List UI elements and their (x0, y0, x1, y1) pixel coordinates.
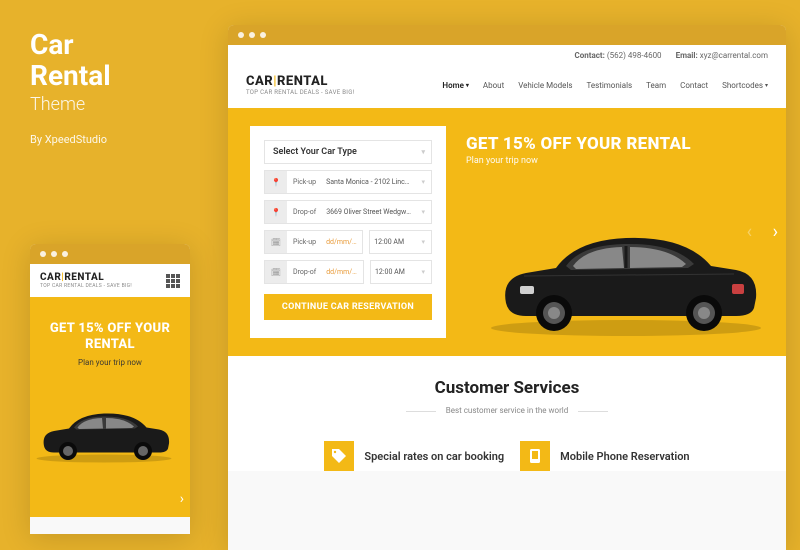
tagline: TOP CAR RENTAL DEALS - SAVE BIG! (40, 283, 132, 289)
chevron-down-icon: ▾ (466, 82, 469, 89)
nav-testimonials[interactable]: Testimonials (586, 81, 632, 90)
contact-phone: Contact: (562) 498-4600 (575, 51, 662, 60)
browser-chrome (228, 25, 786, 45)
continue-reservation-button[interactable]: CONTINUE CAR RESERVATION (264, 294, 432, 320)
carousel-next-button[interactable]: › (180, 491, 184, 507)
tag-icon (324, 441, 354, 471)
pickup-location-field[interactable]: 📍 Pick-up Santa Monica - 2102 Lincoln Bl… (264, 170, 432, 194)
services-subtext: Best customer service in the world (436, 406, 578, 415)
service-label: Mobile Phone Reservation (560, 450, 689, 463)
theme-title-block: CarRental Theme By XpeedStudio (30, 30, 111, 146)
chevron-down-icon: ▾ (415, 238, 431, 246)
hero-section: Select Your Car Type▾ 📍 Pick-up Santa Mo… (228, 108, 786, 356)
mobile-header: CAR|RENTAL TOP CAR RENTAL DEALS - SAVE B… (30, 264, 190, 297)
hero-subtext: Plan your trip now (466, 156, 691, 166)
theme-name: CarRental (30, 30, 111, 92)
mobile-hero: GET 15% OFF YOUR RENTAL Plan your trip n… (30, 297, 190, 517)
services-section: Customer Services Best customer service … (228, 356, 786, 471)
carousel-prev-button[interactable]: ‹ (747, 222, 752, 243)
menu-grid-icon[interactable] (166, 274, 180, 288)
logo[interactable]: CAR|RENTAL TOP CAR RENTAL DEALS - SAVE B… (246, 74, 354, 96)
nav-contact[interactable]: Contact (680, 81, 708, 90)
calendar-icon: 🗓 (265, 231, 287, 253)
browser-chrome (30, 244, 190, 264)
hero-headline: GET 15% OFF YOUR RENTAL (40, 321, 180, 352)
chevron-down-icon: ▾ (415, 148, 431, 156)
car-image (476, 208, 776, 338)
service-label: Special rates on car booking (364, 450, 504, 463)
logo[interactable]: CAR|RENTAL TOP CAR RENTAL DEALS - SAVE B… (40, 272, 132, 289)
pickup-date-field[interactable]: 🗓 Pick-up dd/mm/yyyy (264, 230, 363, 254)
pin-icon: 📍 (265, 201, 287, 223)
chevron-down-icon: ▾ (765, 82, 768, 89)
nav-vehicle-models[interactable]: Vehicle Models (518, 81, 572, 90)
dropoff-location-field[interactable]: 📍 Drop-of 3669 Oliver Street Wedgwood Te… (264, 200, 432, 224)
car-type-select[interactable]: Select Your Car Type▾ (264, 140, 432, 164)
nav-shortcodes[interactable]: Shortcodes▾ (722, 81, 768, 90)
hero-subtext: Plan your trip now (40, 358, 180, 367)
theme-byline: By XpeedStudio (30, 133, 111, 146)
car-image (30, 397, 179, 465)
service-special-rates: Special rates on car booking (324, 441, 504, 471)
pickup-time-field[interactable]: 12:00 AM▾ (369, 230, 432, 254)
services-heading: Customer Services (248, 378, 766, 398)
booking-form: Select Your Car Type▾ 📍 Pick-up Santa Mo… (250, 126, 446, 338)
main-nav: Home▾ About Vehicle Models Testimonials … (442, 81, 768, 90)
top-contact-bar: Contact: (562) 498-4600 Email: xyz@carre… (228, 45, 786, 66)
chevron-down-icon: ▾ (415, 208, 431, 216)
dropoff-time-field[interactable]: 12:00 AM▾ (370, 260, 432, 284)
chevron-down-icon: ▾ (415, 268, 431, 276)
site-header: CAR|RENTAL TOP CAR RENTAL DEALS - SAVE B… (228, 66, 786, 108)
mobile-preview: CAR|RENTAL TOP CAR RENTAL DEALS - SAVE B… (30, 244, 190, 534)
contact-email: Email: xyz@carrental.com (676, 51, 768, 60)
hero-text: GET 15% OFF YOUR RENTAL Plan your trip n… (40, 313, 180, 367)
nav-team[interactable]: Team (646, 81, 666, 90)
pin-icon: 📍 (265, 171, 287, 193)
nav-about[interactable]: About (483, 81, 504, 90)
service-phone-reservation: Mobile Phone Reservation (520, 441, 689, 471)
hero-headline: GET 15% OFF YOUR RENTAL (466, 134, 691, 154)
dropoff-date-field[interactable]: 🗓 Drop-of dd/mm/yyyy (264, 260, 364, 284)
carousel-next-button[interactable]: › (773, 222, 778, 243)
chevron-down-icon: ▾ (415, 178, 431, 186)
nav-home[interactable]: Home▾ (442, 81, 468, 90)
tagline: TOP CAR RENTAL DEALS - SAVE BIG! (246, 89, 354, 96)
theme-label: Theme (30, 94, 111, 115)
phone-icon (520, 441, 550, 471)
desktop-preview: Contact: (562) 498-4600 Email: xyz@carre… (228, 25, 786, 550)
calendar-icon: 🗓 (265, 261, 287, 283)
